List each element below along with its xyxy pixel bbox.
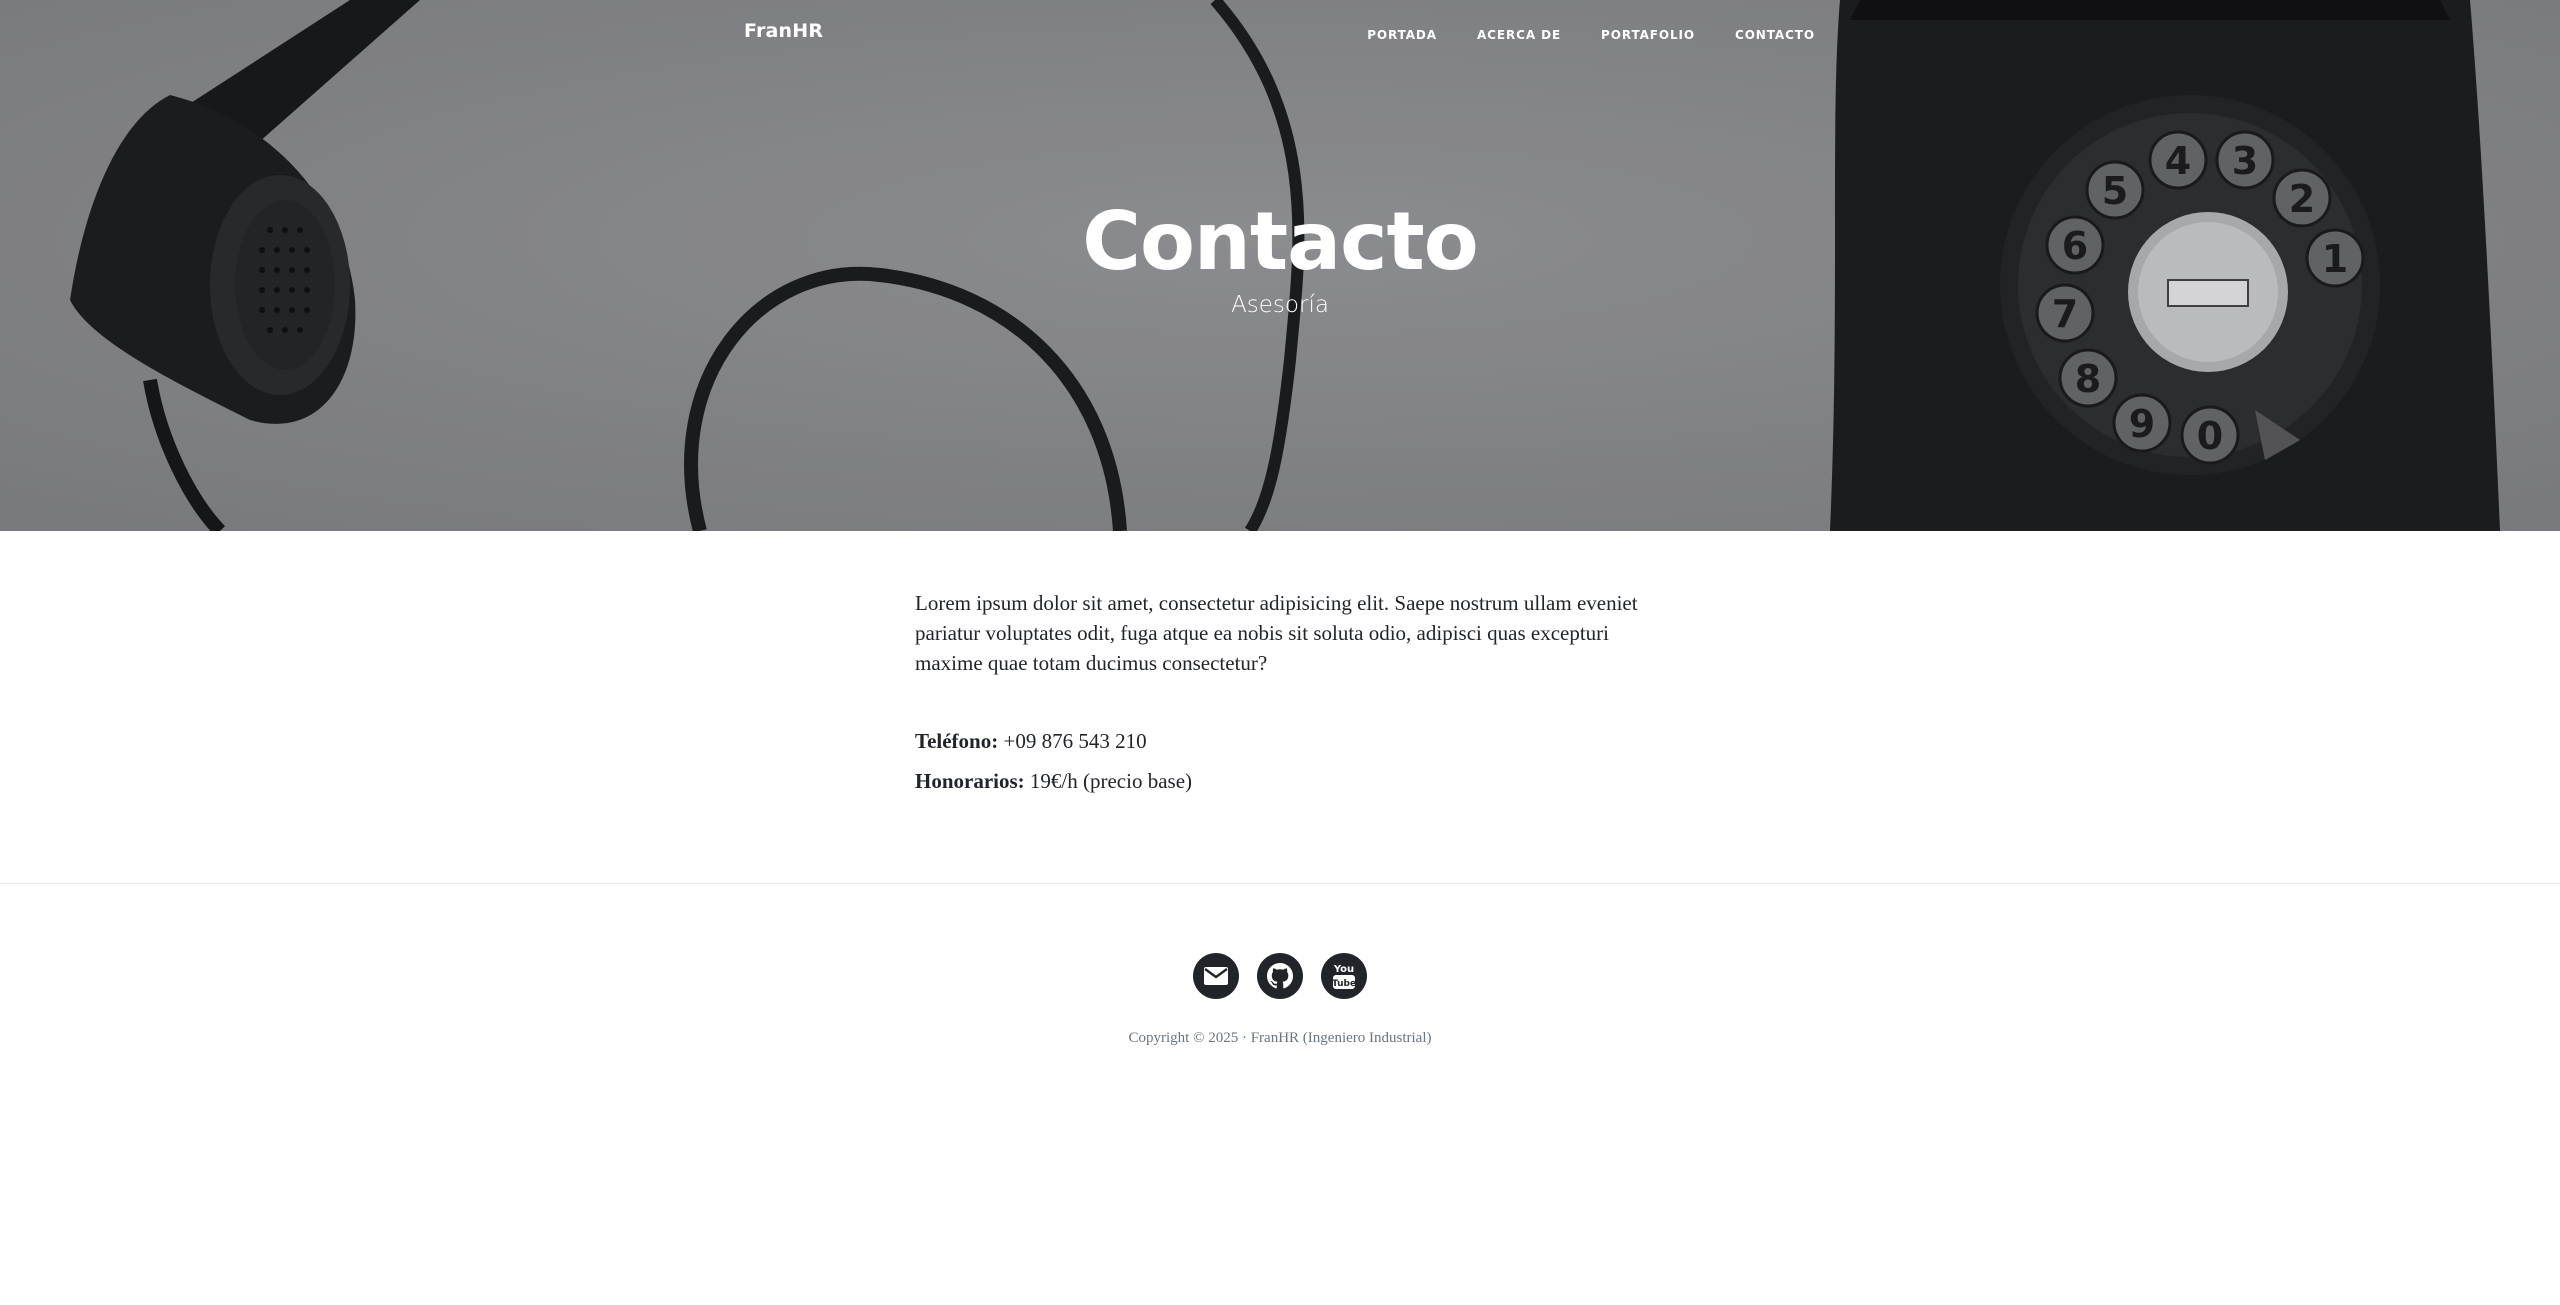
email-link[interactable] [1193,953,1239,999]
nav-link-acerca-de[interactable]: ACERCA DE [1477,28,1561,42]
fees-line: Honorarios: 19€/h (precio base) [915,766,1655,796]
github-icon [1267,963,1293,989]
youtube-icon: You Tube [1332,964,1356,989]
youtube-link[interactable]: You Tube [1321,953,1367,999]
contact-info: Teléfono: +09 876 543 210 Honorarios: 19… [915,726,1655,796]
phone-value: +09 876 543 210 [1003,729,1147,753]
masthead: 1 2 3 4 5 6 7 8 9 0 FranHR PORTADA ACERC… [0,0,2560,531]
envelope-icon [1204,967,1228,985]
main-navbar: FranHR PORTADA ACERCA DE PORTAFOLIO CONT… [0,0,2560,64]
nav-menu: PORTADA ACERCA DE PORTAFOLIO CONTACTO [1327,24,1815,43]
nav-item-portada: PORTADA [1367,24,1437,43]
intro-paragraph: Lorem ipsum dolor sit amet, consectetur … [915,591,1638,675]
page-title: Contacto [1082,195,1478,288]
nav-item-contacto: CONTACTO [1735,24,1815,43]
footer-divider [0,883,2560,884]
github-link[interactable] [1257,953,1303,999]
nav-item-acerca-de: ACERCA DE [1477,24,1561,43]
fees-value: 19€/h (precio base) [1029,769,1193,793]
page-heading: Contacto Asesoría [0,195,2560,319]
nav-link-portada[interactable]: PORTADA [1367,28,1437,42]
phone-line: Teléfono: +09 876 543 210 [915,726,1655,756]
copyright-text: Copyright © 2025 · FranHR (Ingeniero Ind… [1128,1030,1432,1046]
page-subtitle: Asesoría [1231,292,1329,318]
svg-text:You: You [1333,964,1354,975]
nav-item-portafolio: PORTAFOLIO [1601,24,1695,43]
svg-text:Tube: Tube [1332,979,1356,989]
fees-label: Honorarios: [915,769,1025,793]
phone-label: Teléfono: [915,729,999,753]
social-links: You Tube [0,953,2560,999]
main-content: Lorem ipsum dolor sit amet, consectetur … [915,588,1655,806]
nav-link-portafolio[interactable]: PORTAFOLIO [1601,28,1695,42]
brand-link[interactable]: FranHR [744,20,823,42]
nav-link-contacto[interactable]: CONTACTO [1735,28,1815,42]
